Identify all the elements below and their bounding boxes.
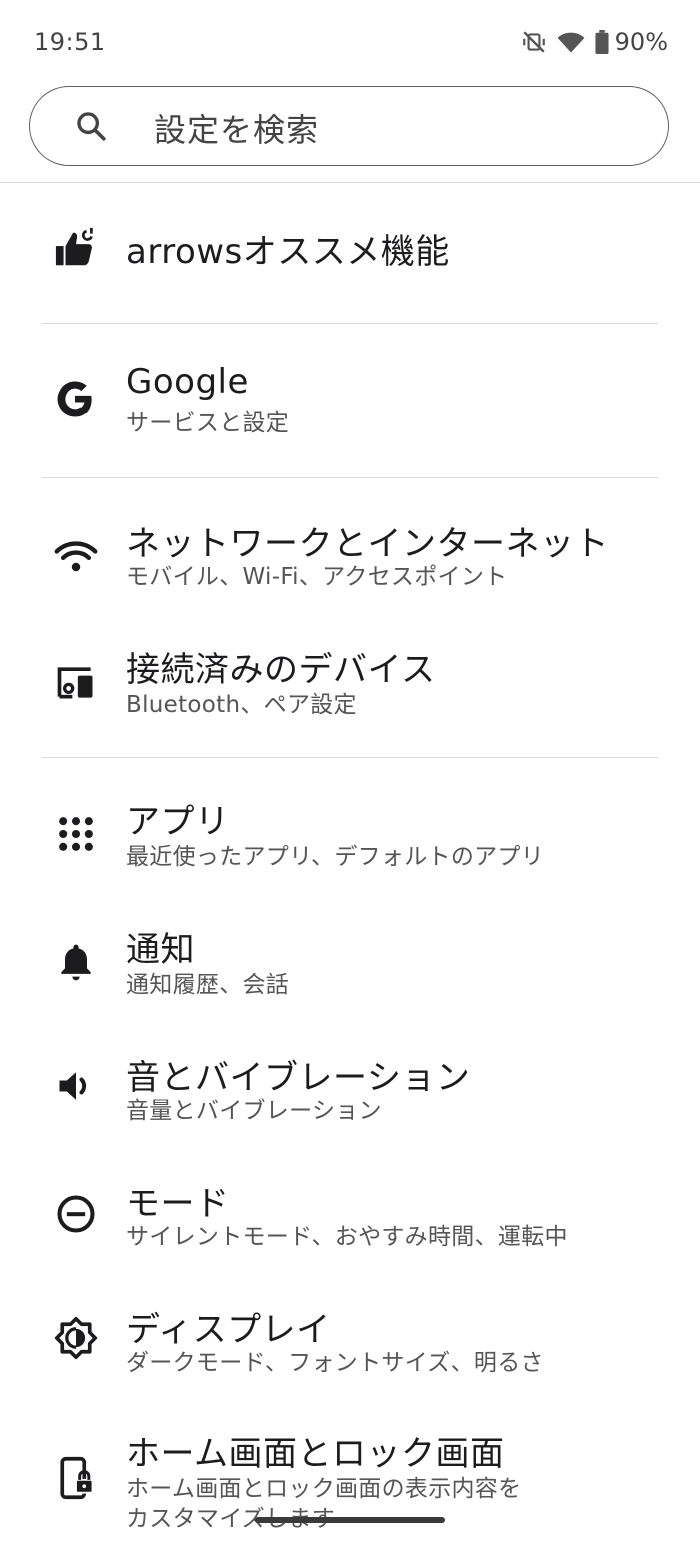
wifi-icon — [54, 534, 100, 580]
settings-search-bar[interactable]: 設定を検索 — [29, 86, 669, 166]
settings-item-modes[interactable]: モード サイレントモード、おやすみ時間、運転中 — [0, 1164, 700, 1274]
settings-item-subtitle: 音量とバイブレーション — [126, 1098, 382, 1124]
status-bar: 19:51 90% — [0, 0, 700, 84]
search-placeholder: 設定を検索 — [154, 111, 320, 149]
do-not-disturb-icon — [54, 1192, 100, 1238]
settings-item-subtitle: Bluetooth、ペア設定 — [126, 692, 357, 718]
status-time: 19:51 — [34, 28, 106, 56]
settings-item-title: 音とバイブレーション — [126, 1058, 471, 1098]
search-icon — [74, 109, 108, 147]
section-divider — [42, 757, 658, 758]
status-icons: 90% — [521, 26, 668, 58]
devices-icon — [54, 660, 100, 706]
settings-item-subtitle: 通知履歴、会話 — [126, 972, 290, 998]
settings-item-apps[interactable]: アプリ 最近使ったアプリ、デフォルトのアプリ — [0, 780, 700, 890]
settings-item-connected-devices[interactable]: 接続済みのデバイス Bluetooth、ペア設定 — [0, 628, 700, 738]
settings-item-title: モード — [126, 1184, 230, 1224]
apps-grid-icon — [54, 812, 100, 858]
section-divider — [42, 323, 658, 324]
settings-item-display[interactable]: ディスプレイ ダークモード、フォントサイズ、明るさ — [0, 1292, 700, 1402]
settings-item-home-lock-screen[interactable]: ホーム画面とロック画面 ホーム画面とロック画面の表示内容を カスタマイズします — [0, 1420, 700, 1543]
settings-item-subtitle: ホーム画面とロック画面の表示内容を — [126, 1476, 522, 1502]
thumbs-up-icon — [54, 225, 100, 271]
volume-icon — [54, 1064, 100, 1110]
battery-percent: 90% — [614, 28, 668, 56]
header-divider — [0, 182, 700, 183]
battery-icon — [595, 30, 609, 54]
settings-item-subtitle: 最近使ったアプリ、デフォルトのアプリ — [126, 844, 545, 870]
gesture-navigation-bar[interactable] — [255, 1517, 445, 1523]
settings-item-title: 接続済みのデバイス — [126, 650, 436, 690]
settings-item-network[interactable]: ネットワークとインターネット モバイル、Wi-Fi、アクセスポイント — [0, 500, 700, 610]
settings-item-subtitle: モバイル、Wi-Fi、アクセスポイント — [126, 564, 508, 590]
vibrate-off-icon — [521, 29, 547, 55]
settings-item-subtitle: サービスと設定 — [126, 410, 290, 436]
settings-item-title: ディスプレイ — [126, 1310, 331, 1350]
settings-item-subtitle: サイレントモード、おやすみ時間、運転中 — [126, 1224, 568, 1250]
settings-item-title: ネットワークとインターネット — [126, 524, 609, 564]
settings-item-subtitle: ダークモード、フォントサイズ、明るさ — [126, 1350, 544, 1376]
google-icon — [54, 378, 100, 424]
brightness-icon — [54, 1316, 100, 1362]
settings-item-title: 通知 — [126, 930, 195, 970]
settings-item-sound[interactable]: 音とバイブレーション 音量とバイブレーション — [0, 1036, 700, 1146]
settings-item-notifications[interactable]: 通知 通知履歴、会話 — [0, 908, 700, 1018]
bell-icon — [54, 940, 100, 986]
settings-item-title: arrowsオススメ機能 — [126, 232, 450, 272]
section-divider — [42, 477, 658, 478]
settings-item-google[interactable]: Google サービスと設定 — [0, 344, 700, 454]
settings-item-title: アプリ — [126, 802, 230, 842]
settings-item-title: Google — [126, 362, 249, 402]
settings-item-arrows[interactable]: arrowsオススメ機能 — [0, 200, 700, 300]
settings-item-title: ホーム画面とロック画面 — [126, 1434, 505, 1474]
wifi-signal-icon — [557, 30, 585, 54]
phone-lock-icon — [54, 1456, 100, 1502]
